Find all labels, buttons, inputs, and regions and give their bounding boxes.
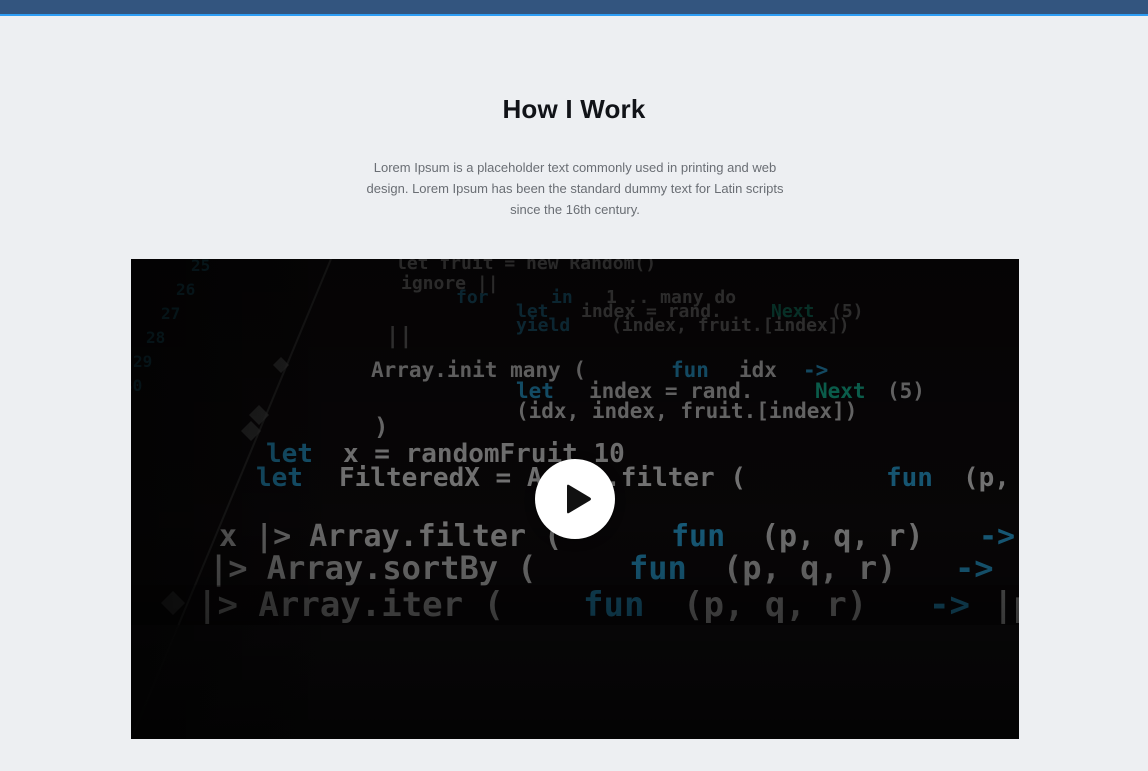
play-button[interactable] <box>535 459 615 539</box>
how-i-work-section: How I Work Lorem Ipsum is a placeholder … <box>0 16 1148 771</box>
play-icon <box>567 484 591 514</box>
section-title: How I Work <box>502 94 646 124</box>
section-description: Lorem Ipsum is a placeholder text common… <box>366 160 784 217</box>
top-nav-bar <box>0 0 1148 16</box>
video-player[interactable]: 25 26 27 28 29 30 let fruit = new Random… <box>131 259 1019 739</box>
